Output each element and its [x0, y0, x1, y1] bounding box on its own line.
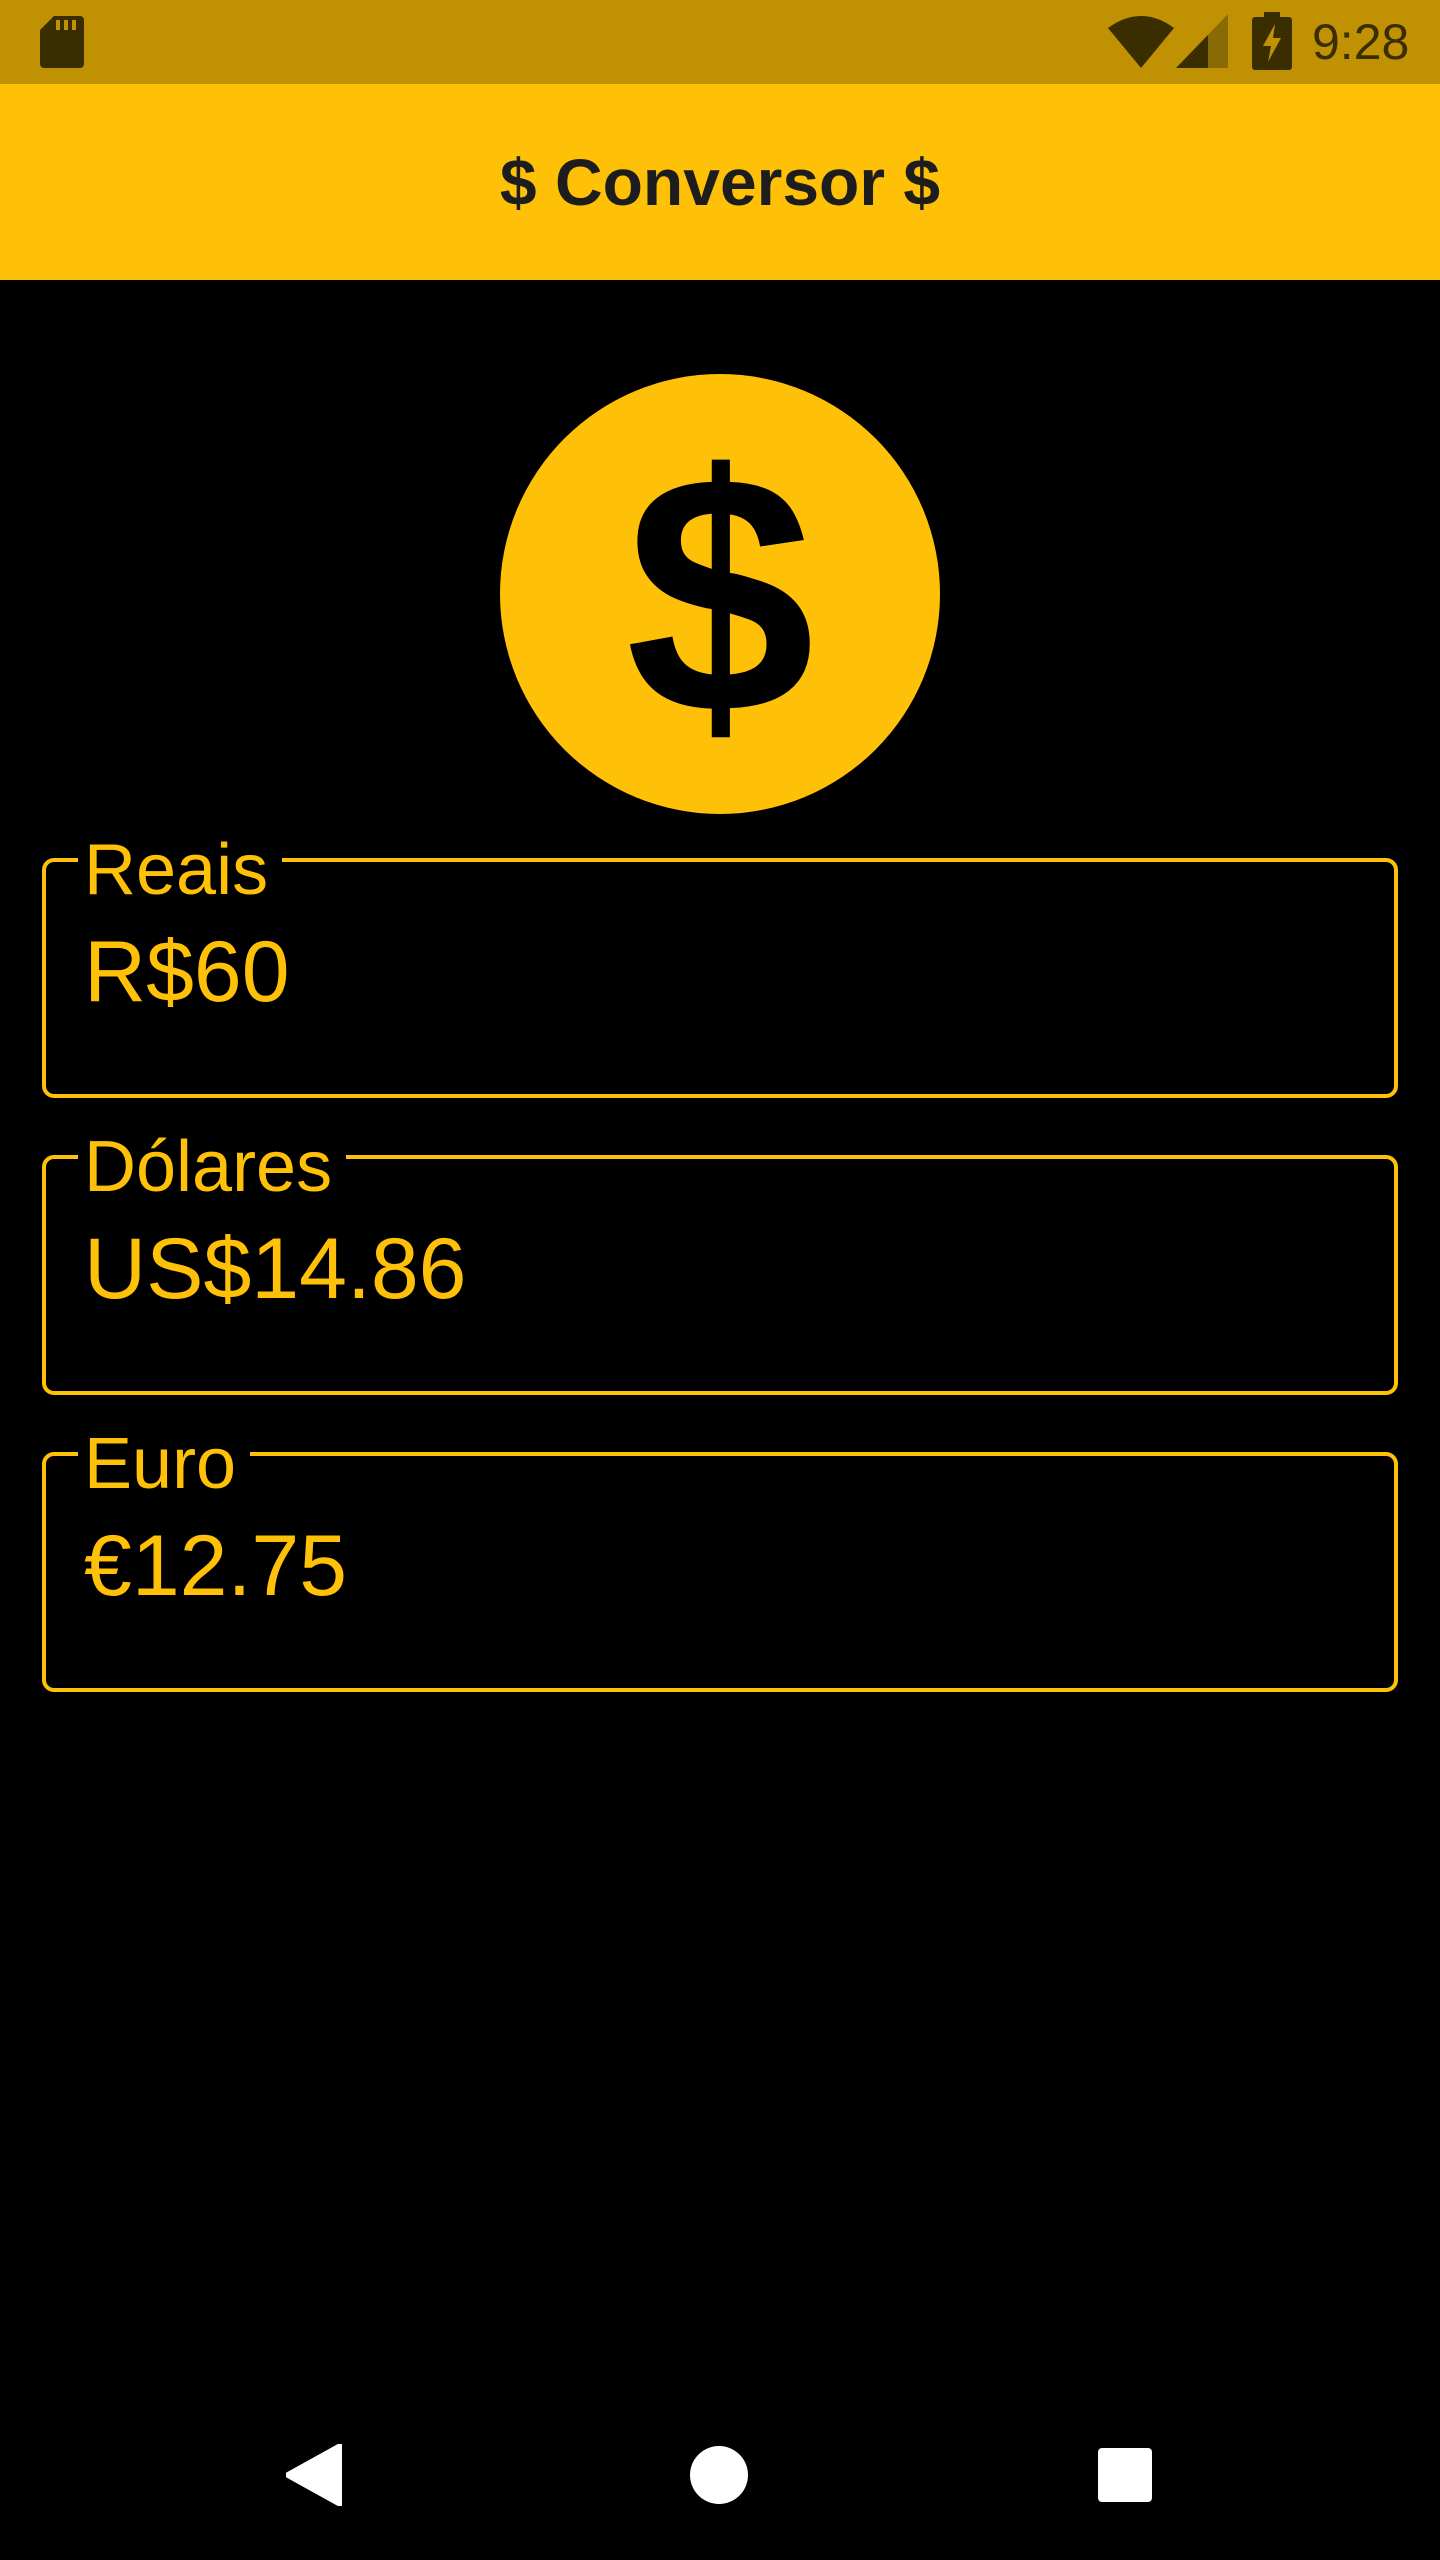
dolares-input[interactable]: US$14.86: [84, 1219, 1284, 1319]
dollar-coin-icon: $: [500, 374, 940, 814]
reais-field-label: Reais: [78, 830, 283, 910]
navigation-bar: [0, 2400, 1440, 2560]
recents-icon[interactable]: [1098, 2448, 1152, 2502]
back-icon[interactable]: [286, 2444, 342, 2506]
dolares-field[interactable]: Dólares US$14.86: [42, 1127, 1398, 1395]
status-time: 9:28: [1312, 14, 1410, 70]
reais-field[interactable]: Reais R$60: [42, 830, 1398, 1098]
battery-charging-icon: [1252, 12, 1292, 70]
app-title: $ Conversor $: [499, 145, 941, 219]
screen: 9:28 $ Conversor $ $ Reais R$60 Dólares …: [0, 0, 1440, 2560]
euro-field[interactable]: Euro €12.75: [42, 1424, 1398, 1692]
wifi-icon: [1108, 16, 1174, 68]
reais-input[interactable]: R$60: [84, 922, 1284, 1022]
svg-text:$: $: [625, 405, 814, 785]
status-bar: 9:28: [0, 0, 1440, 84]
euro-field-label: Euro: [78, 1424, 251, 1504]
app-bar: $ Conversor $: [0, 84, 1440, 280]
home-icon[interactable]: [690, 2446, 748, 2504]
euro-input[interactable]: €12.75: [84, 1516, 1284, 1616]
dolares-field-label: Dólares: [78, 1127, 347, 1207]
signal-icon: [1176, 14, 1228, 68]
sd-card-icon: [40, 16, 84, 68]
